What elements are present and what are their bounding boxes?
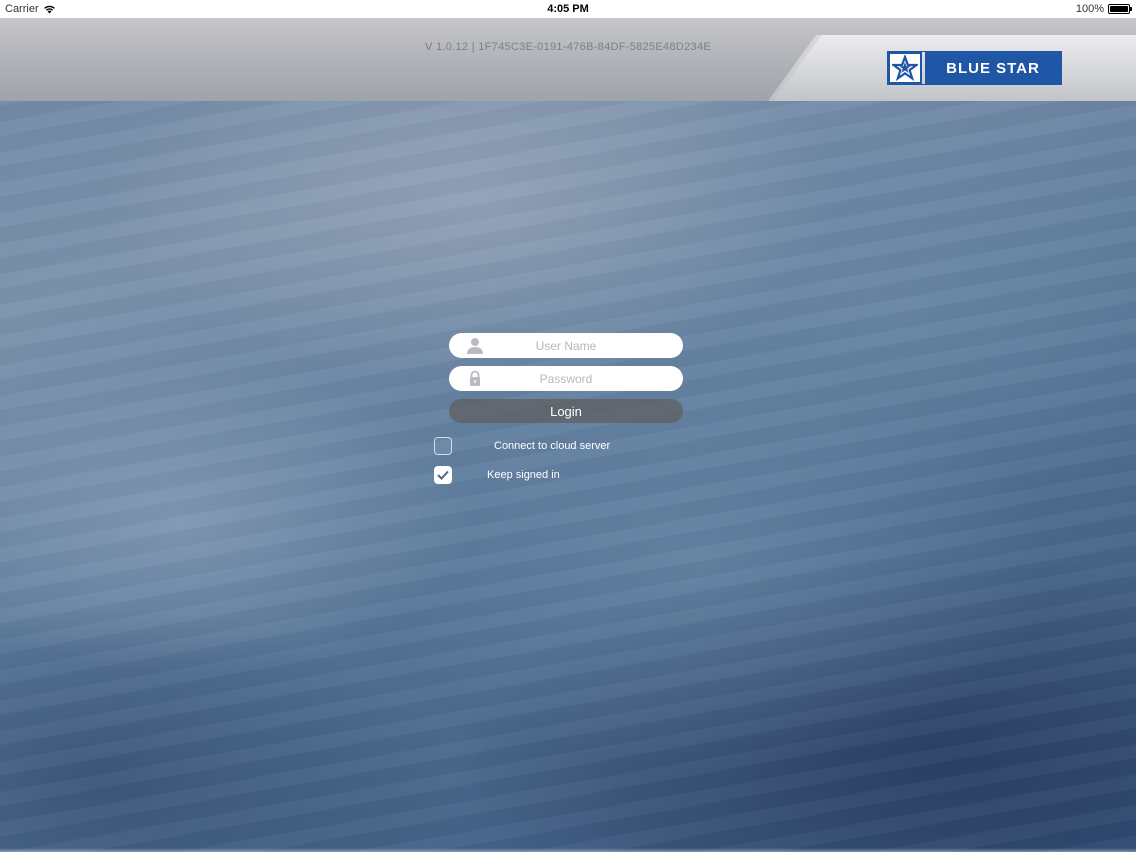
star-icon	[892, 55, 918, 81]
battery-fill	[1110, 6, 1128, 12]
brand-logo: BLUE STAR	[888, 52, 1061, 84]
battery-icon	[1108, 4, 1132, 14]
login-screen: Carrier 4:05 PM 100% V 1.0.12 | 1F745C3E…	[0, 0, 1136, 852]
login-form: Login	[449, 333, 683, 423]
keep-signed-in-label: Keep signed in	[487, 469, 560, 481]
username-field[interactable]	[449, 333, 683, 358]
cloud-server-label: Connect to cloud server	[494, 440, 611, 452]
cloud-server-checkbox[interactable]	[434, 437, 452, 455]
bottom-edge	[0, 848, 1136, 852]
password-field[interactable]	[449, 366, 683, 391]
keep-signed-in-option: Keep signed in	[434, 466, 560, 484]
login-button[interactable]: Login	[449, 399, 683, 423]
keep-signed-in-checkbox[interactable]	[434, 466, 452, 484]
background-image	[0, 0, 1136, 852]
cloud-server-option: Connect to cloud server	[434, 437, 610, 455]
password-input[interactable]	[449, 366, 683, 391]
battery-percent: 100%	[1075, 3, 1104, 15]
battery-indicator: 100%	[1075, 3, 1132, 15]
check-icon	[437, 470, 449, 480]
status-bar: Carrier 4:05 PM 100%	[0, 0, 1136, 18]
brand-wordmark: BLUE STAR	[925, 52, 1061, 84]
username-input[interactable]	[449, 333, 683, 358]
star-logo-icon	[888, 52, 922, 84]
status-time: 4:05 PM	[547, 3, 589, 15]
